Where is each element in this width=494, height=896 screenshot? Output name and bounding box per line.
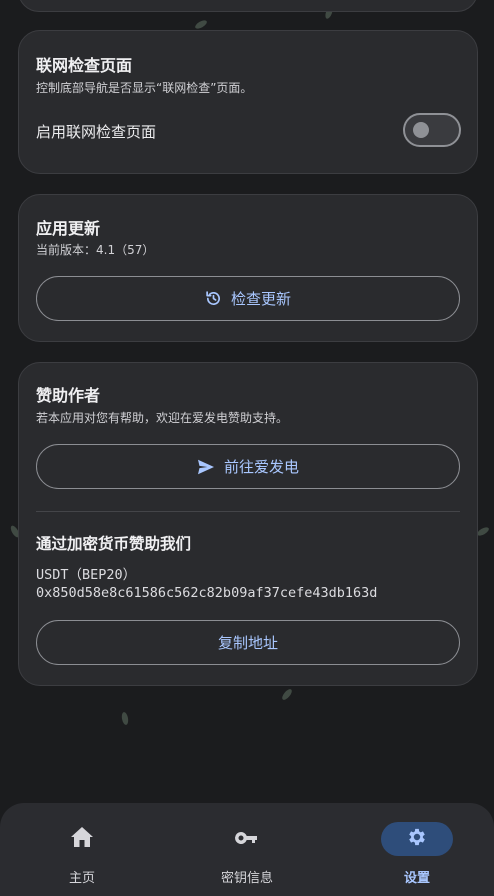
network-check-toggle[interactable] (403, 113, 461, 147)
nav-pill (46, 822, 118, 856)
check-update-label: 检查更新 (230, 290, 291, 308)
crypto-address-text: 0x850d58e8c61586c562c82b09af37cefe43db16… (36, 585, 378, 601)
nav-label-settings: 设置 (403, 871, 430, 886)
bottom-navigation: 主页 密钥信息 设置 (0, 803, 494, 896)
check-update-button[interactable]: 检查更新 (36, 276, 460, 321)
copy-address-label: 复制地址 (217, 634, 278, 652)
nav-label-key-info: 密钥信息 (220, 871, 273, 886)
afdian-button[interactable]: 前往爱发电 (36, 444, 460, 489)
nav-pill-active (381, 822, 453, 856)
sponsor-description: 若本应用对您有帮助，欢迎在爱发电赞助支持。 (36, 411, 289, 425)
afdian-label: 前往爱发电 (223, 458, 299, 476)
divider (36, 511, 460, 512)
app-update-title: 应用更新 (36, 219, 101, 238)
nav-pill (211, 822, 283, 856)
nav-label-home: 主页 (68, 871, 95, 886)
home-icon (70, 826, 94, 852)
sponsor-title: 赞助作者 (36, 386, 101, 405)
key-icon (234, 830, 260, 849)
history-icon (205, 290, 222, 307)
toggle-knob (413, 122, 429, 138)
leaf-decoration (193, 18, 209, 31)
network-check-title: 联网检查页面 (36, 56, 133, 75)
nav-item-home[interactable]: 主页 (0, 803, 164, 896)
crypto-network-text: USDT（BEP20） (36, 567, 137, 583)
leaf-decoration (475, 525, 491, 538)
send-icon (197, 459, 215, 475)
gear-icon (406, 826, 428, 852)
leaf-decoration (120, 711, 130, 726)
nav-item-settings[interactable]: 设置 (335, 803, 494, 896)
network-check-card: 联网检查页面 控制底部导航是否显示“联网检查”页面。 启用联网检查页面 (18, 30, 478, 174)
network-check-toggle-label: 启用联网检查页面 (36, 123, 157, 141)
crypto-sponsor-title: 通过加密货币赞助我们 (36, 535, 192, 553)
network-check-description: 控制底部导航是否显示“联网检查”页面。 (36, 81, 253, 95)
previous-settings-card (18, 0, 478, 12)
app-update-card: 应用更新 当前版本：4.1（57） 检查更新 (18, 194, 478, 342)
leaf-decoration (280, 687, 294, 702)
nav-item-key-info[interactable]: 密钥信息 (165, 803, 329, 896)
current-version-text: 当前版本：4.1（57） (36, 243, 155, 257)
copy-address-button[interactable]: 复制地址 (36, 620, 460, 665)
sponsor-card: 赞助作者 若本应用对您有帮助，欢迎在爱发电赞助支持。 前往爱发电 通过加密货币赞… (18, 362, 478, 686)
